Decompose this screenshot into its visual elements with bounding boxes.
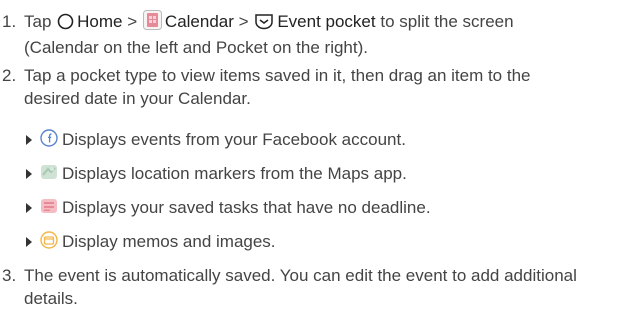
step-3-line-1: The event is automatically saved. You ca… bbox=[24, 266, 577, 285]
bullet-triangle-icon bbox=[26, 169, 32, 179]
separator: > bbox=[238, 12, 249, 31]
memo-icon bbox=[40, 231, 58, 249]
step-text-rest: to split the screen bbox=[380, 12, 514, 31]
step-number: 3. bbox=[2, 266, 17, 285]
step-1-line-1: Tap Home > Calendar > Event pocket to sp… bbox=[24, 10, 624, 36]
step-3-line-2: details. bbox=[24, 289, 78, 308]
bullet-triangle-icon bbox=[26, 203, 32, 213]
tap-word: Tap bbox=[24, 12, 52, 31]
bullet-text: Displays your saved tasks that have no d… bbox=[62, 198, 431, 217]
maps-icon bbox=[40, 163, 58, 181]
step-2-line-1: Tap a pocket type to view items saved in… bbox=[24, 66, 531, 85]
event-pocket-icon bbox=[254, 12, 274, 36]
bullet-text: Displays location markers from the Maps … bbox=[62, 164, 407, 183]
bullet-triangle-icon bbox=[26, 135, 32, 145]
step-text: The event is automatically saved. You ca… bbox=[24, 264, 624, 310]
step-text: Tap Home > Calendar > Event pocket to sp… bbox=[24, 10, 624, 59]
calendar-app-icon bbox=[142, 10, 162, 36]
step-number: 2. bbox=[2, 66, 17, 85]
step-1-line-2: (Calendar on the left and Pocket on the … bbox=[24, 38, 368, 57]
step-text: Tap a pocket type to view items saved in… bbox=[24, 64, 624, 110]
event-pocket-label: Event pocket bbox=[277, 12, 376, 31]
step-2-line-2: desired date in your Calendar. bbox=[24, 89, 251, 108]
facebook-icon bbox=[40, 129, 58, 147]
separator: > bbox=[127, 12, 138, 31]
bullet-text: Display memos and images. bbox=[62, 232, 276, 251]
step-number: 1. bbox=[2, 12, 17, 31]
home-label: Home bbox=[77, 12, 123, 31]
bullet-triangle-icon bbox=[26, 237, 32, 247]
calendar-label: Calendar bbox=[164, 12, 234, 31]
tasks-icon bbox=[40, 197, 58, 215]
instructions-page: 1. Tap Home > Calendar > Event pocket to… bbox=[0, 0, 633, 312]
bullet-text: Displays events from your Facebook accou… bbox=[62, 130, 406, 149]
home-circle-icon bbox=[57, 13, 74, 36]
